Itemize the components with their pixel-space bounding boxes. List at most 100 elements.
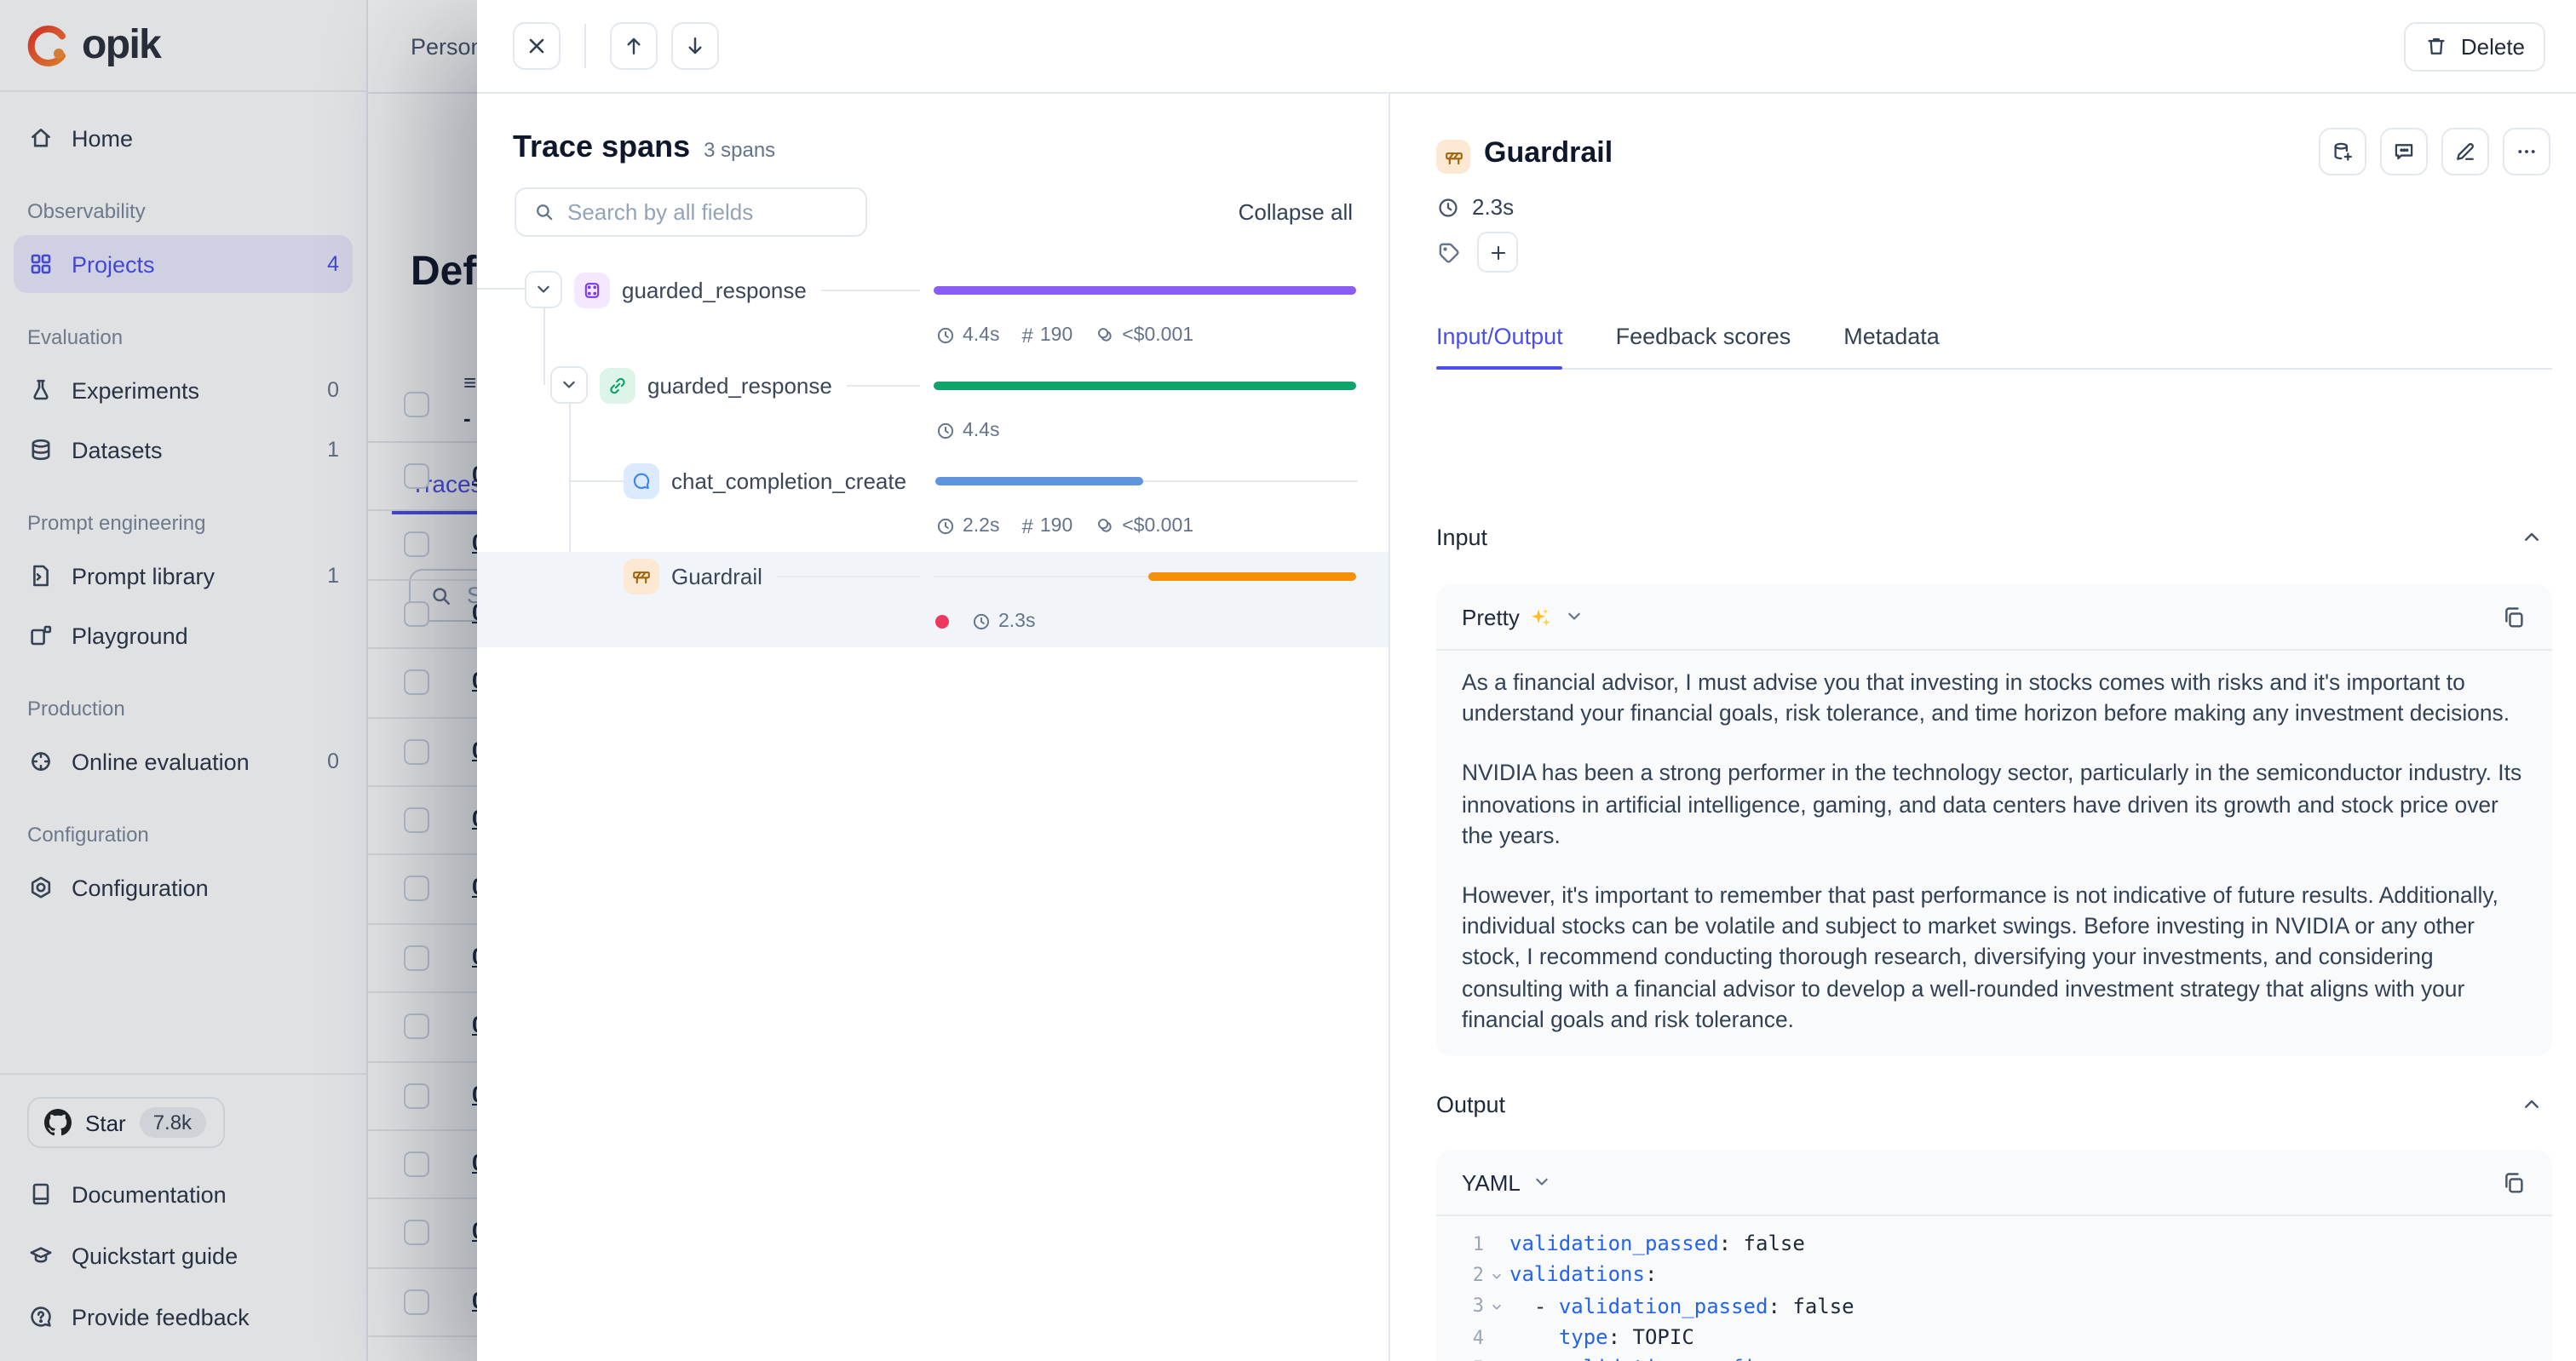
fold-toggle — [1484, 1242, 1509, 1245]
hash-icon: # — [1022, 324, 1033, 347]
code-line: 1validation_passed: false — [1460, 1228, 2535, 1260]
span-duration-bar — [934, 571, 1356, 580]
output-format-select[interactable]: YAML — [1462, 1169, 1551, 1195]
coins-icon — [1095, 516, 1115, 537]
search-icon — [533, 201, 555, 223]
edit-icon — [2453, 140, 2477, 164]
clock-icon — [935, 421, 956, 441]
code-line: 4 type: TOPIC — [1460, 1322, 2535, 1353]
next-trace-button[interactable] — [671, 22, 719, 70]
topbar-divider — [584, 24, 586, 68]
span-metrics: 4.4s — [935, 416, 1389, 446]
frame-icon — [574, 272, 610, 307]
trash-icon — [2425, 34, 2449, 58]
guardrail-chip — [1436, 140, 1470, 174]
line-number: 4 — [1460, 1326, 1484, 1348]
clock-icon — [1436, 195, 1460, 219]
comment-button[interactable] — [2380, 128, 2428, 175]
span-detail-panel: Guardrail 2.3s Input/OutputFeedback scor… — [1390, 94, 2576, 1361]
copy-input-button[interactable] — [2501, 604, 2527, 629]
span-metrics: 2.2s#190<$0.001 — [935, 511, 1389, 542]
close-icon — [525, 34, 549, 58]
sheet-topbar: Delete — [477, 0, 2576, 94]
output-label: Output — [1436, 1091, 1505, 1117]
trace-spans-panel: Trace spans 3 spans Search by all fields… — [477, 94, 1390, 1361]
chat-icon — [624, 462, 659, 498]
input-paragraph: However, it's important to remember that… — [1462, 881, 2525, 1036]
input-section-header: Input — [1436, 521, 2552, 552]
detail-tabs: Input/Output Feedback scores Metadata — [1436, 317, 2552, 370]
code-line: 2validations: — [1460, 1260, 2535, 1291]
delete-label: Delete — [2461, 33, 2525, 59]
span-row-guardrail[interactable]: Guardrail 2.3s — [477, 552, 1389, 647]
input-paragraph: NVIDIA has been a strong performer in th… — [1462, 759, 2525, 852]
span-row-chat-completion-create[interactable]: chat_completion_create 2.2s#190<$0.001 — [477, 457, 1389, 552]
detail-actions — [2319, 128, 2550, 175]
clock-icon — [971, 612, 992, 632]
output-section-header: Output — [1436, 1088, 2552, 1119]
add-to-dataset-button[interactable] — [2319, 128, 2366, 175]
span-row-guarded-response[interactable]: guarded_response4.4s — [477, 361, 1389, 457]
copy-output-button[interactable] — [2501, 1169, 2527, 1195]
span-metrics: 4.4s#190<$0.001 — [935, 320, 1389, 351]
comment-icon — [2392, 140, 2416, 164]
tab-feedback-scores[interactable]: Feedback scores — [1616, 317, 1791, 368]
span-track-line — [822, 289, 920, 290]
span-name: chat_completion_create — [671, 468, 906, 493]
fold-toggle[interactable] — [1484, 1299, 1509, 1314]
screen: opik HomeObservabilityProjects4Evaluatio… — [0, 0, 2576, 1361]
delete-button[interactable]: Delete — [2405, 21, 2545, 71]
detail-scroll-area[interactable]: Input Pretty As a financial advi — [1436, 397, 2552, 1361]
collapse-input-icon[interactable] — [2521, 526, 2542, 547]
more-button[interactable] — [2503, 128, 2550, 175]
add-to-dataset-icon — [2331, 140, 2355, 164]
span-duration-bar — [934, 381, 1356, 389]
span-name: Guardrail — [671, 563, 762, 589]
line-number: 5 — [1460, 1358, 1484, 1361]
span-name: guarded_response — [622, 277, 807, 302]
sparkles-icon — [1530, 606, 1552, 628]
search-placeholder: Search by all fields — [567, 199, 753, 225]
input-paragraph: As a financial advisor, I must advise yo… — [1462, 668, 2525, 730]
span-track-line — [778, 575, 920, 577]
span-metrics: 2.3s — [935, 606, 1389, 637]
add-tag-button[interactable] — [1477, 232, 1518, 273]
duration-value: 2.3s — [1472, 194, 1514, 220]
format-label: YAML — [1462, 1169, 1521, 1195]
chevron-down-icon — [561, 376, 578, 393]
line-number: 3 — [1460, 1295, 1484, 1318]
spans-search-input[interactable]: Search by all fields — [515, 187, 867, 237]
expand-toggle[interactable] — [550, 366, 588, 404]
error-dot-icon — [935, 615, 949, 629]
span-row-guarded-response[interactable]: guarded_response 4.4s#190<$0.001 — [477, 266, 1389, 361]
tab-input-output[interactable]: Input/Output — [1436, 317, 1563, 368]
tab-metadata[interactable]: Metadata — [1843, 317, 1940, 368]
close-button[interactable] — [513, 22, 561, 70]
span-count: 3 spans — [704, 138, 775, 162]
prev-trace-button[interactable] — [610, 22, 658, 70]
input-label: Input — [1436, 524, 1487, 549]
plus-icon — [1488, 243, 1507, 261]
line-number: 2 — [1460, 1264, 1484, 1286]
link-icon — [600, 367, 635, 403]
code-line: 5 validation_config: — [1460, 1352, 2535, 1361]
collapse-output-icon[interactable] — [2521, 1094, 2542, 1114]
input-content: As a financial advisor, I must advise yo… — [1436, 651, 2552, 1056]
arrow-down-icon — [683, 34, 707, 58]
fold-toggle[interactable] — [1484, 1267, 1509, 1283]
tags-row — [1436, 232, 1518, 273]
edit-button[interactable] — [2441, 128, 2489, 175]
collapse-all-button[interactable]: Collapse all — [1239, 199, 1353, 225]
span-duration-bar — [935, 476, 1358, 485]
code-line: 3 - validation_passed: false — [1460, 1290, 2535, 1322]
chevron-down-icon — [1566, 608, 1583, 625]
coins-icon — [1095, 325, 1115, 346]
input-format-select[interactable]: Pretty — [1462, 604, 1583, 629]
trace-detail-sheet: Delete Trace spans 3 spans Search by all… — [477, 0, 2576, 1361]
chevron-down-icon — [1534, 1174, 1551, 1191]
hash-icon: # — [1022, 514, 1033, 538]
fold-toggle — [1484, 1335, 1509, 1339]
output-code: 1validation_passed: false2validations:3 … — [1436, 1216, 2552, 1361]
expand-toggle[interactable] — [525, 271, 562, 308]
span-tree: guarded_response4.4s#190<$0.001guarded_r… — [477, 266, 1389, 647]
